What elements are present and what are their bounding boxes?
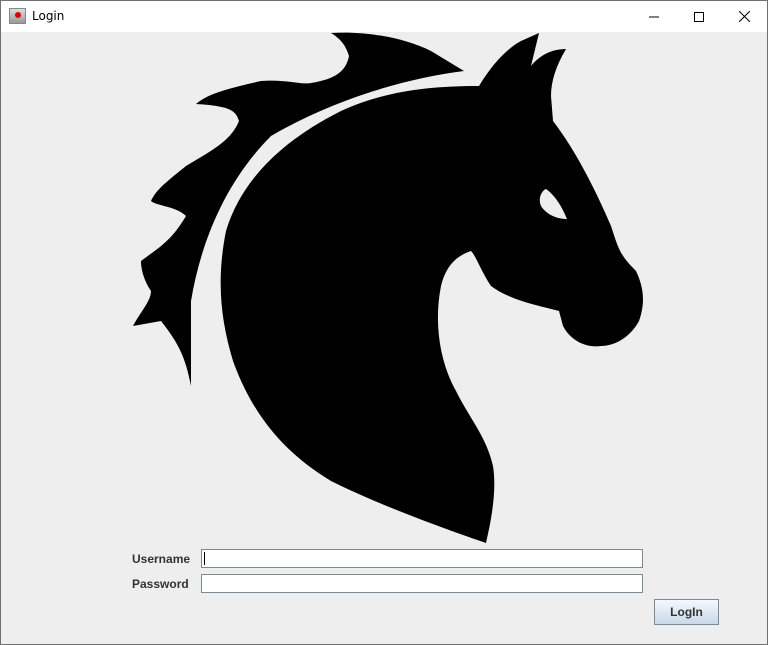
maximize-icon [694,11,704,22]
title-bar[interactable]: Login [1,1,767,32]
login-window: Login Username Password LogIn [0,0,768,645]
minimize-icon [649,16,659,17]
maximize-button[interactable] [676,1,722,32]
window-title: Login [32,9,65,23]
horse-head-logo [133,32,643,543]
close-button[interactable] [721,1,767,32]
login-button[interactable]: LogIn [654,599,719,625]
username-input[interactable] [201,549,643,568]
username-label: Username [132,552,191,566]
close-icon [738,11,750,22]
password-label: Password [132,577,189,591]
minimize-button[interactable] [631,1,677,32]
java-app-icon [9,8,26,24]
text-caret [204,552,205,565]
password-input[interactable] [201,574,643,593]
